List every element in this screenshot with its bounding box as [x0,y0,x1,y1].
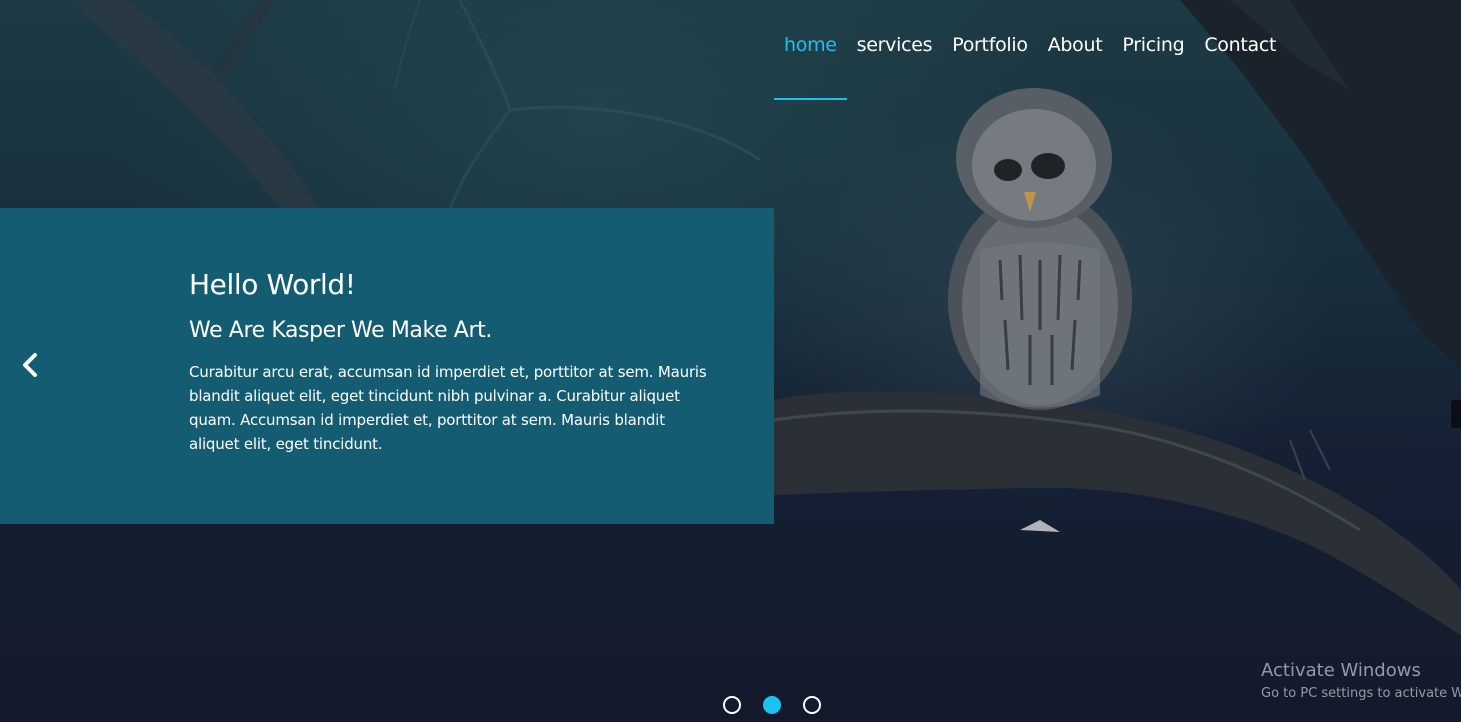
slider-dot-2[interactable] [763,696,781,714]
prev-slide-button[interactable] [16,350,44,380]
slide-subtitle: We Are Kasper We Make Art. [189,318,492,343]
slider-dots [723,696,843,714]
nav-item-services[interactable]: services [847,34,943,100]
watermark-title: Activate Windows [1261,660,1421,681]
slide-description: Curabitur arcu erat, accumsan id imperdi… [189,363,707,453]
slider-dot-3[interactable] [803,696,821,714]
nav-item-pricing[interactable]: Pricing [1112,34,1194,100]
nav-item-contact[interactable]: Contact [1194,34,1286,100]
slide-content: Hello World! We Are Kasper We Make Art. … [189,266,709,456]
nav-item-about[interactable]: About [1038,34,1113,100]
hero-section: home services Portfolio About Pricing Co… [0,0,1461,722]
chevron-left-icon [23,353,37,377]
watermark-subtitle: Go to PC settings to activate W [1261,686,1461,701]
slide-title: Hello World! [189,268,356,301]
next-slide-button[interactable] [1451,400,1461,428]
windows-activation-watermark: Activate Windows Go to PC settings to ac… [1261,660,1461,704]
nav-item-home[interactable]: home [774,34,847,100]
slide-panel: Hello World! We Are Kasper We Make Art. … [0,208,774,524]
nav-item-portfolio[interactable]: Portfolio [942,34,1037,100]
main-nav: home services Portfolio About Pricing Co… [774,34,1286,100]
slider-dot-1[interactable] [723,696,741,714]
